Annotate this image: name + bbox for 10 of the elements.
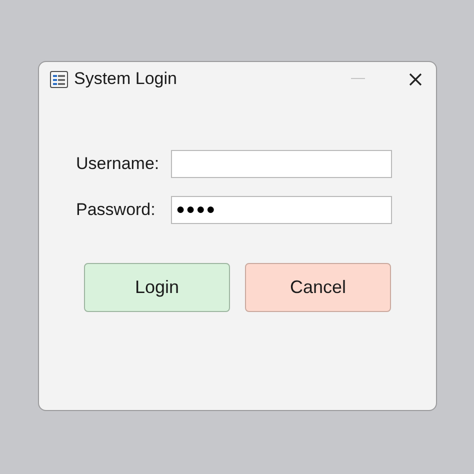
- minimize-icon[interactable]: [351, 78, 365, 80]
- field-label: Password:: [76, 199, 156, 222]
- input-field[interactable]: [171, 150, 392, 178]
- window-icon: [50, 70, 68, 88]
- close-icon[interactable]: [409, 72, 422, 86]
- field-label: Username:: [76, 153, 160, 176]
- login-button[interactable]: Login: [84, 263, 230, 312]
- input-field[interactable]: ●●●●: [171, 196, 392, 224]
- cancel-button[interactable]: Cancel: [245, 263, 391, 312]
- window-title: System Login: [74, 68, 177, 90]
